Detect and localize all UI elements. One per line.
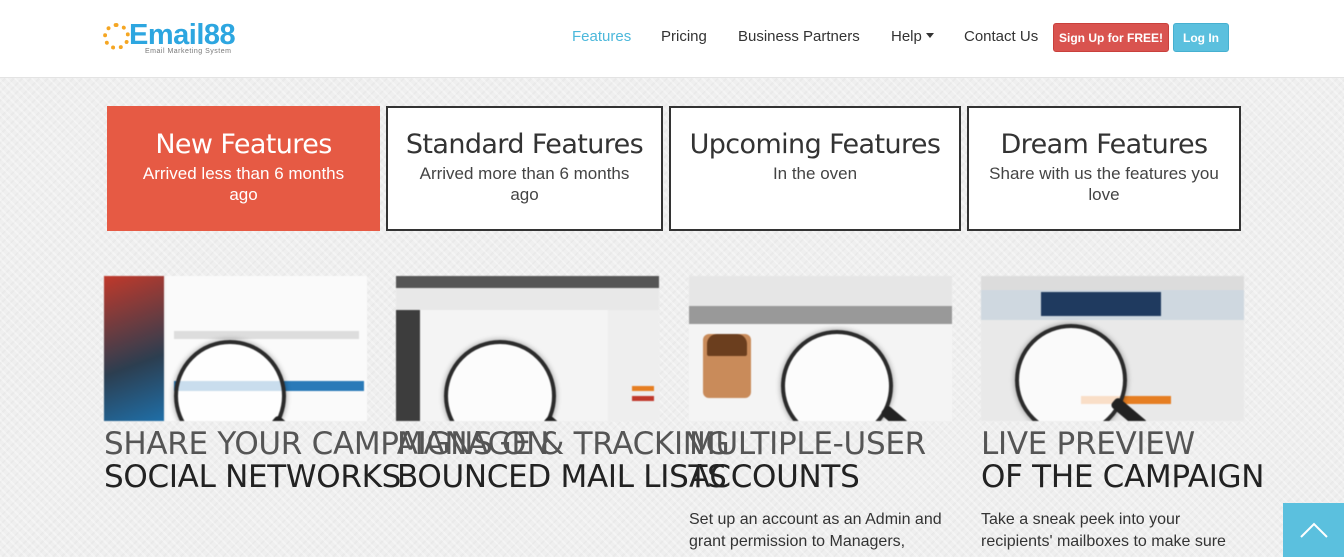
tab-upcoming-features[interactable]: Upcoming Features In the oven xyxy=(669,106,961,231)
promo-banner xyxy=(104,276,164,421)
tab-subtitle: Share with us the features you love xyxy=(989,164,1219,204)
logo-text: Email88 xyxy=(129,19,236,51)
feature-title-bounced: Manage & tracking bounced mail lists xyxy=(397,426,730,495)
feature-title-light: Live preview xyxy=(981,426,1195,462)
feature-image-multiuser xyxy=(689,276,952,421)
tab-title: Upcoming Features xyxy=(689,129,941,160)
login-button[interactable]: Log In xyxy=(1173,23,1229,52)
feature-title-bold: bounced mail lists xyxy=(397,459,727,495)
signup-button[interactable]: Sign Up for FREE! xyxy=(1053,23,1169,52)
feature-image-social xyxy=(104,276,367,421)
logo-tagline: Email Marketing System xyxy=(145,48,232,55)
feature-desc-multiuser: Set up an account as an Admin and grant … xyxy=(689,511,942,550)
feature-title-multiuser: Multiple-user accounts xyxy=(689,428,926,494)
tab-standard-features[interactable]: Standard Features Arrived more than 6 mo… xyxy=(386,106,663,231)
tab-title: Dream Features xyxy=(1000,129,1208,160)
magnifier-icon xyxy=(781,330,893,421)
feature-title-light: Manage & tracking xyxy=(397,426,730,462)
nav-pricing[interactable]: Pricing xyxy=(661,28,707,46)
tab-dream-features[interactable]: Dream Features Share with us the feature… xyxy=(967,106,1241,231)
tab-new-features[interactable]: New Features Arrived less than 6 months … xyxy=(107,106,380,231)
site-header: Email88 Email Marketing System Features … xyxy=(0,0,1344,78)
feature-title-bold: of the campaign xyxy=(981,459,1265,495)
logo-ring-icon xyxy=(103,23,130,50)
feature-title-light: Multiple-user xyxy=(689,426,926,462)
tab-subtitle: In the oven xyxy=(772,164,858,183)
nav-help-label: Help xyxy=(891,28,922,45)
scroll-to-top-button[interactable] xyxy=(1283,503,1344,557)
feature-desc-preview: Take a sneak peek into your recipients' … xyxy=(981,511,1226,550)
caret-down-icon xyxy=(925,33,934,38)
nav-contact-us[interactable]: Contact Us xyxy=(964,28,1038,46)
feature-image-preview xyxy=(981,276,1244,421)
tab-title: New Features xyxy=(155,129,332,160)
nav-business-partners[interactable]: Business Partners xyxy=(738,28,860,46)
tab-subtitle: Arrived more than 6 months ago xyxy=(419,164,630,204)
feature-title-bold: accounts xyxy=(689,459,860,495)
nav-help[interactable]: Help xyxy=(891,28,934,46)
tab-subtitle: Arrived less than 6 months ago xyxy=(142,164,345,204)
feature-title-preview: Live preview of the campaign xyxy=(981,428,1264,494)
feature-image-bounced xyxy=(396,276,659,421)
email88-logo[interactable]: Email88 Email Marketing System xyxy=(103,18,248,60)
tab-title: Standard Features xyxy=(405,129,644,160)
nav-features[interactable]: Features xyxy=(572,28,631,46)
magnifier-icon xyxy=(444,340,556,421)
chevron-up-icon xyxy=(1299,522,1328,538)
